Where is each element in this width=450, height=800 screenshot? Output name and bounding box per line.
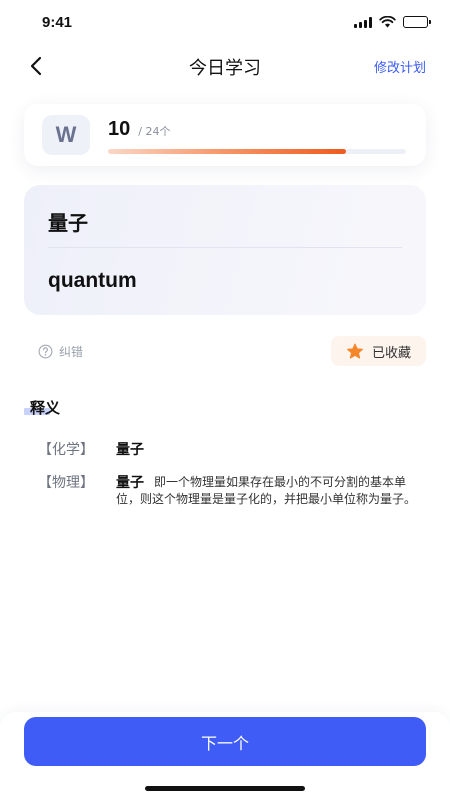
next-button[interactable]: 下一个 bbox=[24, 717, 426, 766]
wifi-icon bbox=[379, 16, 396, 28]
battery-icon bbox=[403, 16, 431, 28]
progress-total: / 24个 bbox=[138, 125, 171, 138]
progress-bar bbox=[108, 149, 406, 154]
definition-tag: 【物理】 bbox=[38, 475, 94, 491]
word-divider bbox=[48, 247, 402, 248]
status-icons bbox=[354, 16, 431, 28]
definition-term: 量子 bbox=[116, 442, 144, 458]
progress-card: W 10 / 24个 bbox=[24, 104, 426, 166]
definitions-heading: 释义 bbox=[30, 399, 61, 417]
word-english: quantum bbox=[48, 269, 137, 292]
home-indicator bbox=[145, 786, 305, 791]
favorite-button[interactable]: 已收藏 bbox=[331, 336, 426, 366]
favorite-label: 已收藏 bbox=[371, 345, 411, 361]
word-chinese: 量子 bbox=[48, 211, 88, 235]
progress-count: 10 / 24个 bbox=[108, 118, 170, 141]
definition-tag: 【化学】 bbox=[38, 442, 94, 458]
letter-badge: W bbox=[42, 115, 90, 155]
report-label: 纠错 bbox=[59, 345, 84, 359]
star-icon bbox=[347, 343, 363, 359]
word-card: 量子 quantum bbox=[24, 185, 426, 315]
edit-plan-button[interactable]: 修改计划 bbox=[374, 57, 426, 76]
report-error-button[interactable]: 纠错 bbox=[38, 343, 83, 360]
status-time: 9:41 bbox=[42, 14, 73, 31]
progress-current: 10 bbox=[108, 118, 131, 140]
signal-icon bbox=[354, 16, 372, 28]
status-bar: 9:41 bbox=[0, 0, 450, 44]
question-circle-icon bbox=[38, 344, 53, 359]
nav-bar: 今日学习 修改计划 bbox=[0, 44, 450, 88]
progress-fill bbox=[108, 149, 347, 154]
definition-description: 即一个物理量如果存在最小的不可分割的基本单位，则这个物理量是量子化的，并把最小单… bbox=[116, 475, 417, 506]
